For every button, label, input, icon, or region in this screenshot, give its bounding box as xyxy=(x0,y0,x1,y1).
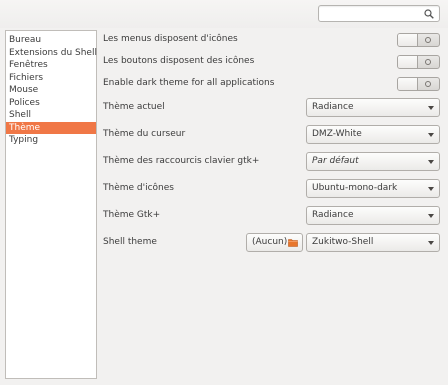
dark-theme-switch[interactable] xyxy=(397,77,440,91)
search-icon xyxy=(424,9,434,19)
chevron-down-icon xyxy=(428,133,434,137)
folder-icon xyxy=(288,239,298,247)
sidebar-item-mouse[interactable]: Mouse xyxy=(6,84,96,97)
category-sidebar: Bureau Extensions du Shell Fenêtres Fich… xyxy=(5,30,97,379)
shell-theme-file-label: (Aucun) xyxy=(252,237,288,247)
sidebar-item-bureau[interactable]: Bureau xyxy=(6,34,96,47)
gtk-theme-label: Thème Gtk+ xyxy=(103,210,161,220)
search-input[interactable] xyxy=(318,5,440,22)
current-theme-value: Radiance xyxy=(312,102,354,112)
shell-theme-file-button[interactable]: (Aucun) xyxy=(246,233,303,252)
switch-knob xyxy=(398,34,418,46)
current-theme-label: Thème actuel xyxy=(103,102,165,112)
shell-theme-value: Zukitwo-Shell xyxy=(312,237,374,247)
sidebar-item-shell-extensions[interactable]: Extensions du Shell xyxy=(6,47,97,60)
toolbar xyxy=(0,0,448,28)
keybinding-theme-value: Par défaut xyxy=(312,156,359,166)
cursor-theme-label: Thème du curseur xyxy=(103,129,186,139)
menu-icons-switch[interactable] xyxy=(397,33,440,47)
switch-off-icon xyxy=(425,81,431,87)
shell-theme-label: Shell theme xyxy=(103,237,157,247)
dark-theme-label: Enable dark theme for all applications xyxy=(103,78,275,88)
switch-knob xyxy=(398,56,418,68)
button-icons-switch[interactable] xyxy=(397,55,440,69)
sidebar-item-typing[interactable]: Typing xyxy=(6,134,96,147)
sidebar-item-fonts[interactable]: Polices xyxy=(6,97,96,110)
sidebar-item-files[interactable]: Fichiers xyxy=(6,72,96,85)
gtk-theme-value: Radiance xyxy=(312,210,354,220)
chevron-down-icon xyxy=(428,241,434,245)
button-icons-label: Les boutons disposent des icônes xyxy=(103,56,255,66)
cursor-theme-combo[interactable]: DMZ-White xyxy=(306,125,440,144)
current-theme-combo[interactable]: Radiance xyxy=(306,98,440,117)
menu-icons-label: Les menus disposent d'icônes xyxy=(103,34,238,44)
sidebar-item-windows[interactable]: Fenêtres xyxy=(6,59,96,72)
keybinding-theme-label: Thème des raccourcis clavier gtk+ xyxy=(103,156,260,166)
icon-theme-value: Ubuntu-mono-dark xyxy=(312,183,398,193)
cursor-theme-value: DMZ-White xyxy=(312,129,362,139)
icon-theme-label: Thème d'icônes xyxy=(103,183,174,193)
switch-knob xyxy=(398,78,418,90)
icon-theme-combo[interactable]: Ubuntu-mono-dark xyxy=(306,179,440,198)
sidebar-item-theme[interactable]: Thème xyxy=(6,121,96,134)
sidebar-item-shell[interactable]: Shell xyxy=(6,109,96,122)
chevron-down-icon xyxy=(428,160,434,164)
chevron-down-icon xyxy=(428,187,434,191)
shell-theme-combo[interactable]: Zukitwo-Shell xyxy=(306,233,440,252)
keybinding-theme-combo[interactable]: Par défaut xyxy=(306,152,440,171)
gtk-theme-combo[interactable]: Radiance xyxy=(306,206,440,225)
chevron-down-icon xyxy=(428,214,434,218)
switch-off-icon xyxy=(425,37,431,43)
chevron-down-icon xyxy=(428,106,434,110)
switch-off-icon xyxy=(425,59,431,65)
